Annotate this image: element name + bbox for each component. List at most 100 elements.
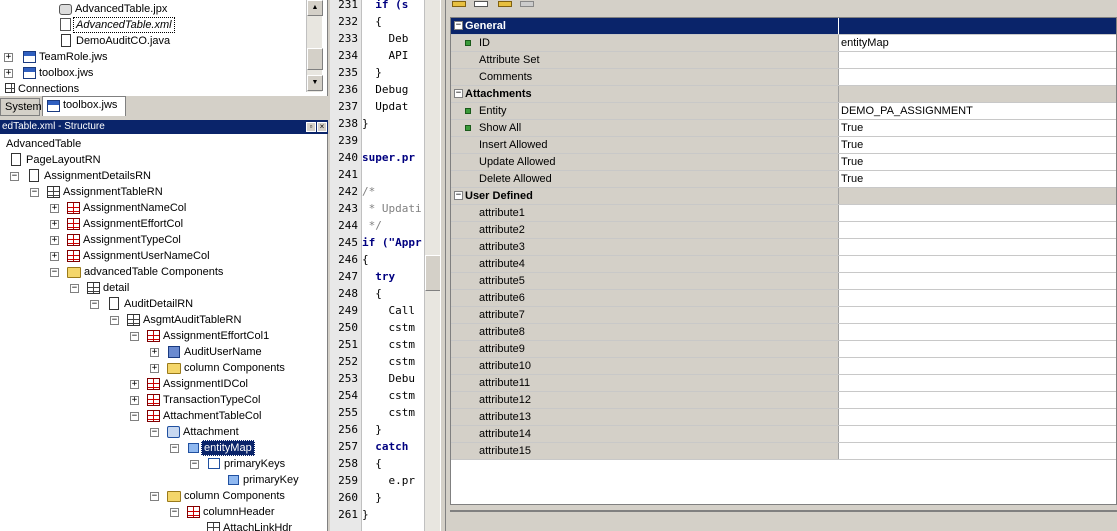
property-row[interactable]: attribute12 [451, 392, 1116, 409]
property-row[interactable]: Attribute Set [451, 52, 1116, 69]
property-value-field[interactable] [840, 52, 1116, 68]
property-row[interactable]: Show All True [451, 120, 1116, 137]
scroll-thumb[interactable] [307, 48, 323, 70]
property-value-field[interactable]: DEMO_PA_ASSIGNMENT [840, 103, 1116, 119]
property-row[interactable]: attribute11 [451, 375, 1116, 392]
category-attachments[interactable]: − Attachments [451, 86, 1116, 103]
property-row[interactable]: attribute7 [451, 307, 1116, 324]
expand-toggle[interactable]: + [150, 348, 159, 357]
property-value-field[interactable] [840, 256, 1116, 272]
scroll-thumb[interactable] [425, 255, 441, 291]
tree-node[interactable]: PageLayoutRN [8, 152, 103, 168]
close-icon[interactable]: × [317, 122, 327, 132]
collapse-toggle[interactable]: − [130, 412, 139, 421]
toolbar-icon[interactable] [520, 1, 534, 7]
collapse-icon[interactable]: − [454, 21, 463, 30]
toolbar-icon[interactable] [498, 1, 512, 7]
property-row[interactable]: attribute4 [451, 256, 1116, 273]
tree-node[interactable]: advancedTable Components [66, 264, 225, 280]
property-value-field[interactable] [840, 205, 1116, 221]
property-value-field[interactable] [840, 341, 1116, 357]
scroll-down-icon[interactable]: ▼ [307, 75, 323, 91]
property-value-field[interactable] [840, 69, 1116, 85]
expand-toggle[interactable]: + [150, 364, 159, 373]
tree-node[interactable]: AssignmentEffortCol [66, 216, 185, 232]
tab-toolbox[interactable]: toolbox.jws [42, 96, 126, 116]
tree-node[interactable]: AdvancedTable [4, 136, 83, 152]
property-value-field[interactable] [840, 222, 1116, 238]
property-row[interactable]: ID entityMap [451, 35, 1116, 52]
collapse-toggle[interactable]: − [130, 332, 139, 341]
tab-system[interactable]: System [0, 98, 42, 116]
collapse-toggle[interactable]: − [190, 460, 199, 469]
category-general[interactable]: − General [451, 18, 1116, 35]
nav-item-java[interactable]: DemoAuditCO.java [58, 33, 172, 49]
property-value-field[interactable]: True [840, 137, 1116, 153]
property-row[interactable]: attribute5 [451, 273, 1116, 290]
toolbar-icon[interactable] [452, 1, 466, 7]
expand-toggle[interactable]: + [4, 69, 13, 78]
property-row[interactable]: Entity DEMO_PA_ASSIGNMENT [451, 103, 1116, 120]
splitter[interactable] [440, 0, 446, 531]
property-row[interactable]: Insert Allowed True [451, 137, 1116, 154]
property-value-field[interactable] [840, 290, 1116, 306]
property-row[interactable]: Comments [451, 69, 1116, 86]
expand-toggle[interactable]: + [4, 53, 13, 62]
tree-node[interactable]: columnHeader [186, 504, 277, 520]
tree-node[interactable]: AuditUserName [166, 344, 264, 360]
tree-node[interactable]: TransactionTypeCol [146, 392, 262, 408]
collapse-icon[interactable]: − [454, 89, 463, 98]
tree-node[interactable]: AssignmentUserNameCol [66, 248, 212, 264]
collapse-toggle[interactable]: − [90, 300, 99, 309]
tree-node[interactable]: Attachment [166, 424, 241, 440]
expand-toggle[interactable]: + [50, 252, 59, 261]
tree-node[interactable]: AssignmentTypeCol [66, 232, 183, 248]
tree-node[interactable]: column Components [166, 488, 287, 504]
tree-node[interactable]: AssignmentNameCol [66, 200, 188, 216]
property-row[interactable]: Update Allowed True [451, 154, 1116, 171]
tree-node[interactable]: column Components [166, 360, 287, 376]
collapse-toggle[interactable]: − [70, 284, 79, 293]
tree-node[interactable]: detail [86, 280, 131, 296]
expand-toggle[interactable]: + [50, 220, 59, 229]
property-row[interactable]: attribute10 [451, 358, 1116, 375]
tree-node[interactable]: AssignmentTableRN [46, 184, 165, 200]
expand-toggle[interactable]: + [130, 396, 139, 405]
collapse-toggle[interactable]: − [170, 444, 179, 453]
tree-node[interactable]: AsgmtAuditTableRN [126, 312, 243, 328]
property-value-field[interactable]: True [840, 154, 1116, 170]
property-value-field[interactable] [840, 409, 1116, 425]
code-editor[interactable]: if (s { Deb API } Debug Updat} super.pr /*… [362, 0, 424, 531]
property-value-field[interactable] [840, 426, 1116, 442]
editor-scrollbar[interactable] [424, 0, 441, 531]
tree-node[interactable]: AssignmentDetailsRN [26, 168, 153, 184]
property-value-field[interactable] [840, 443, 1116, 459]
expand-toggle[interactable]: + [50, 204, 59, 213]
property-row[interactable]: attribute6 [451, 290, 1116, 307]
property-row[interactable]: attribute1 [451, 205, 1116, 222]
property-value-field[interactable]: entityMap [840, 35, 1116, 51]
property-value-field[interactable] [840, 358, 1116, 374]
property-row[interactable]: attribute2 [451, 222, 1116, 239]
collapse-icon[interactable]: − [454, 191, 463, 200]
collapse-toggle[interactable]: − [150, 428, 159, 437]
nav-item-teamrole[interactable]: TeamRole.jws [22, 49, 109, 65]
collapse-toggle[interactable]: − [50, 268, 59, 277]
property-row[interactable]: attribute9 [451, 341, 1116, 358]
nav-item-connections[interactable]: Connections [4, 81, 81, 96]
property-row[interactable]: attribute15 [451, 443, 1116, 460]
property-value-field[interactable]: True [840, 120, 1116, 136]
tree-node[interactable]: AssignmentEffortCol1 [146, 328, 271, 344]
nav-item-jpx[interactable]: AdvancedTable.jpx [58, 1, 169, 17]
property-value-field[interactable] [840, 375, 1116, 391]
tree-node-selected[interactable]: entityMap [186, 440, 255, 456]
collapse-toggle[interactable]: − [170, 508, 179, 517]
property-row[interactable]: attribute14 [451, 426, 1116, 443]
property-row[interactable]: attribute13 [451, 409, 1116, 426]
toolbar-icon[interactable] [474, 1, 488, 7]
scroll-up-icon[interactable]: ▲ [307, 0, 323, 16]
restore-icon[interactable]: ▫ [306, 122, 316, 132]
collapse-toggle[interactable]: − [30, 188, 39, 197]
category-user-defined[interactable]: − User Defined [451, 188, 1116, 205]
property-value-field[interactable] [840, 392, 1116, 408]
